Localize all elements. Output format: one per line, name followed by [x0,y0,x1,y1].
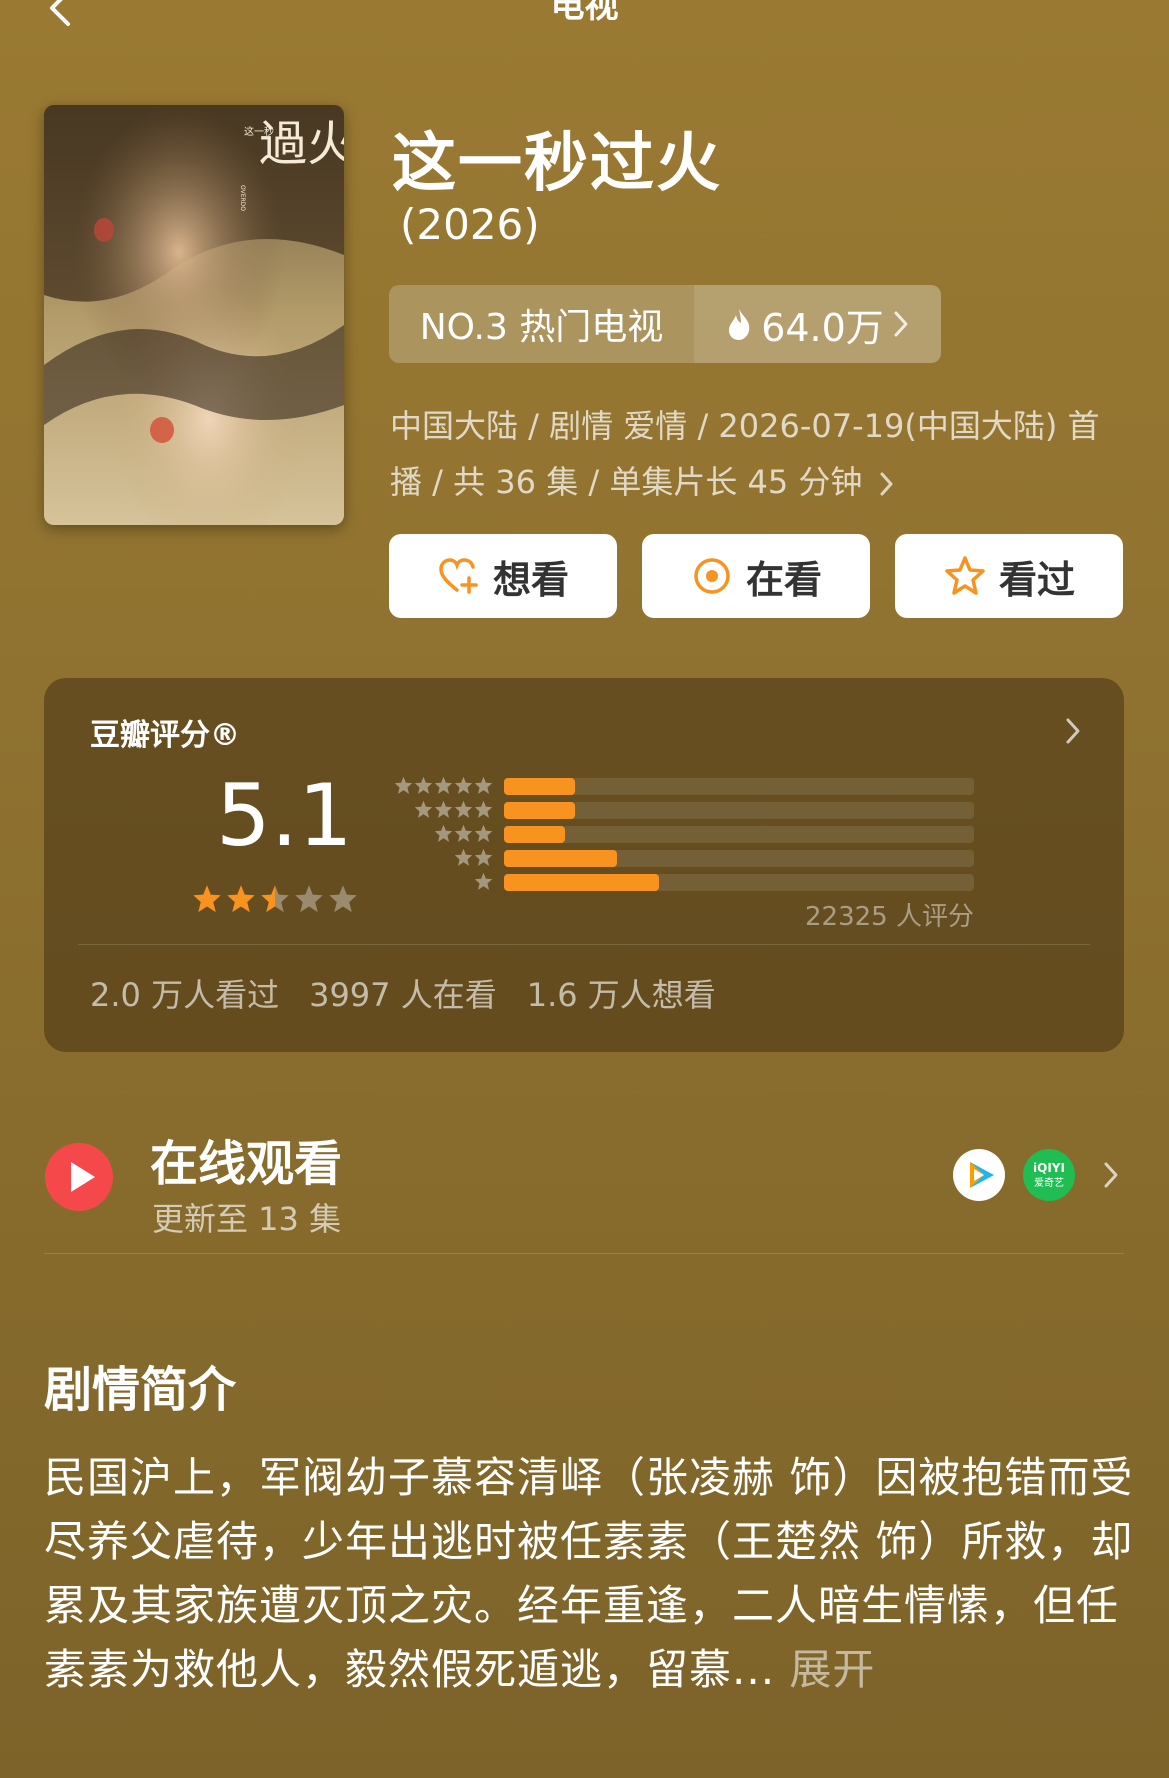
online-watch-row[interactable]: 在线观看 更新至 13 集 iQIYI 爱奇艺 [44,1120,1124,1250]
meta-text: 中国大陆 / 剧情 爱情 / 2026-07-19(中国大陆) 首播 / 共 3… [390,407,1100,501]
star-icon [454,848,473,866]
chevron-right-icon [894,311,908,337]
heart-plus-icon [439,558,478,594]
iqiyi-logo-subtext: 爱奇艺 [1034,1176,1064,1189]
star-icon [434,824,453,842]
distribution-track [504,850,974,867]
poster-title-text: 過火 [259,116,344,172]
rank-label: NO.3 热门电视 [389,285,694,363]
synopsis-text: 民国沪上，军阀幼子慕容清峄（张凌赫 饰）因被抱错而受尽养父虐待，少年出逃时被任素… [44,1446,1134,1702]
distribution-bar [504,778,575,795]
rating-score: 5.1 [216,766,353,866]
rating-card[interactable]: 豆瓣评分® 5.1 22325 人评分 2.0 万人看过 3997 人在看 1.… [44,678,1124,1052]
online-watch-subtitle: 更新至 13 集 [152,1200,342,1238]
distribution-stars [394,776,493,795]
star-icon [474,824,493,842]
distribution-stars [454,848,493,867]
distribution-row [384,872,984,896]
star-icon [454,824,473,842]
star-icon [474,776,493,794]
rank-badge[interactable]: NO.3 热门电视 64.0万 [389,285,941,363]
divider [44,1253,1124,1254]
distribution-row [384,848,984,872]
chevron-right-icon [1104,1162,1118,1188]
heat-value: 64.0万 [761,305,884,350]
page-title: 电视 [550,0,619,26]
star-icon [434,776,453,794]
iqiyi-icon[interactable]: iQIYI 爱奇艺 [1022,1148,1076,1202]
star-icon [394,776,413,794]
watching-button[interactable]: 在看 [642,534,870,618]
play-icon [45,1143,113,1211]
rating-star-icon [261,885,289,913]
distribution-track [504,826,974,843]
distribution-stars [474,872,493,891]
distribution-bar [504,802,575,819]
rating-star-icon [227,885,255,913]
star-outline-icon [945,556,985,595]
chevron-right-icon [880,472,893,496]
show-meta[interactable]: 中国大陆 / 剧情 爱情 / 2026-07-19(中国大陆) 首播 / 共 3… [390,398,1110,510]
online-watch-title: 在线观看 [150,1136,343,1192]
rating-distribution [384,776,984,896]
want-count: 1.6 万人想看 [526,976,716,1014]
distribution-bar [504,850,617,867]
star-icon [474,872,493,890]
rating-star-icon [295,885,323,913]
heat-badge[interactable]: 64.0万 [694,285,941,363]
divider [78,944,1090,945]
poster-image[interactable]: 過火 这一秒 OVERDO [44,105,344,525]
synopsis-body: 民国沪上，军阀幼子慕容清峄（张凌赫 饰）因被抱错而受尽养父虐待，少年出逃时被任素… [44,1453,1134,1694]
star-icon [474,800,493,818]
distribution-track [504,778,974,795]
want-to-watch-label: 想看 [492,557,569,602]
synopsis-title: 剧情简介 [44,1362,237,1418]
rating-title: 豆瓣评分® [90,718,240,753]
distribution-row [384,776,984,800]
show-year: (2026) [400,200,540,249]
action-row: 想看 在看 看过 [389,534,1124,618]
star-icon [434,800,453,818]
star-icon [414,800,433,818]
rating-stars [192,884,358,914]
fire-icon [729,309,750,340]
target-icon [694,558,730,594]
star-icon [414,776,433,794]
rating-stats: 2.0 万人看过 3997 人在看 1.6 万人想看 [90,970,716,1016]
poster-english-text: OVERDO [239,185,246,211]
chevron-right-icon[interactable] [1064,716,1082,746]
show-title: 这一秒过火 [392,127,722,201]
distribution-stars [414,800,493,819]
expand-link[interactable]: 展开 [775,1645,875,1694]
tencent-video-icon[interactable] [952,1148,1006,1202]
star-icon [454,800,473,818]
distribution-stars [434,824,493,843]
distribution-bar [504,826,566,843]
rating-count: 22325 人评分 [805,902,974,932]
star-icon [454,776,473,794]
distribution-bar [504,874,660,891]
want-to-watch-button[interactable]: 想看 [389,534,617,618]
distribution-row [384,800,984,824]
iqiyi-logo-text: iQIYI [1033,1161,1065,1175]
rating-star-icon [329,885,357,913]
watched-button[interactable]: 看过 [895,534,1123,618]
watched-label: 看过 [998,557,1075,602]
distribution-track [504,802,974,819]
star-icon [474,848,493,866]
watching-count: 3997 人在看 [309,976,497,1014]
watched-count: 2.0 万人看过 [90,976,280,1014]
rating-star-icon [193,885,221,913]
top-bar: 电视 [0,0,1169,40]
watching-label: 在看 [745,557,822,602]
distribution-track [504,874,974,891]
poster-subtitle-text: 这一秒 [244,125,274,138]
distribution-row [384,824,984,848]
